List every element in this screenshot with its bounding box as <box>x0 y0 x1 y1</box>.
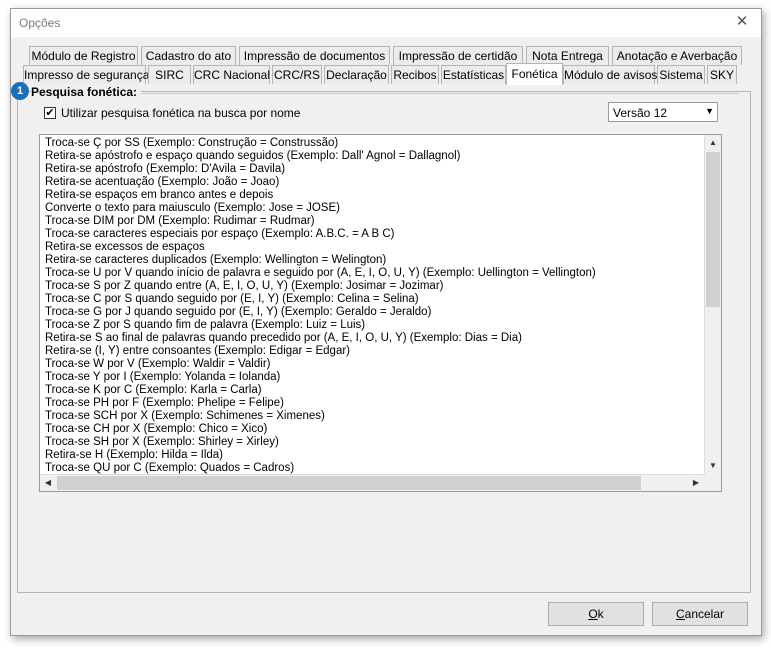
list-item[interactable]: Troca-se U por V quando início de palavr… <box>45 267 596 280</box>
tab-fonetica[interactable]: Fonética <box>506 63 563 85</box>
version-value: Versão 12 <box>613 106 668 120</box>
list-item[interactable]: Troca-se caracteres especiais por espaço… <box>45 228 395 241</box>
tab-modulo-registro[interactable]: Módulo de Registro <box>29 46 138 65</box>
list-item[interactable]: Retira-se (I, Y) entre consoantes (Exemp… <box>45 345 350 358</box>
cancel-button[interactable]: Cancelar <box>652 602 748 626</box>
section-divider <box>141 93 739 94</box>
scroll-corner <box>704 474 721 491</box>
options-dialog: Opções ✕ Módulo de Registro Cadastro do … <box>10 8 762 636</box>
phonetic-search-label[interactable]: Utilizar pesquisa fonética na busca por … <box>61 106 300 120</box>
tab-cadastro-ato[interactable]: Cadastro do ato <box>141 46 236 65</box>
list-item[interactable]: Retira-se excessos de espaços <box>45 241 205 254</box>
tab-impresso-seguranca[interactable]: Impresso de segurança <box>23 65 149 84</box>
tab-sirc[interactable]: SIRC <box>148 65 191 84</box>
phonetic-rules-list[interactable]: Troca-se Ç por SS (Exemplo: Construção =… <box>39 134 722 492</box>
list-item[interactable]: Troca-se CH por X (Exemplo: Chico = Xico… <box>45 423 267 436</box>
list-item[interactable]: Retira-se S ao final de palavras quando … <box>45 332 522 345</box>
vertical-scrollbar[interactable]: ▲ ▼ <box>704 135 721 474</box>
list-item[interactable]: Retira-se apóstrofo (Exemplo: D'Avila = … <box>45 163 285 176</box>
scroll-left-icon[interactable]: ◀ <box>40 475 56 491</box>
list-item[interactable]: Converte o texto para maiusculo (Exemplo… <box>45 202 340 215</box>
horizontal-scroll-thumb[interactable] <box>57 476 641 490</box>
list-item[interactable]: Troca-se S por Z quando entre (A, E, I, … <box>45 280 443 293</box>
tab-impressao-certidao[interactable]: Impressão de certidão <box>393 46 523 65</box>
list-item[interactable]: Troca-se DIM por DM (Exemplo: Rudimar = … <box>45 215 315 228</box>
scroll-up-icon[interactable]: ▲ <box>705 135 721 151</box>
tab-crc-rs[interactable]: CRC/RS <box>272 65 322 84</box>
phonetic-search-checkbox[interactable]: ✔ <box>44 107 56 119</box>
tab-estatisticas[interactable]: Estatísticas <box>441 65 506 84</box>
list-item[interactable]: Retira-se espaços em branco antes e depo… <box>45 189 273 202</box>
list-item[interactable]: Troca-se Z por S quando fim de palavra (… <box>45 319 365 332</box>
list-item[interactable]: Troca-se K por C (Exemplo: Karla = Carla… <box>45 384 262 397</box>
check-mark-icon: ✔ <box>45 107 55 119</box>
version-select[interactable]: Versão 12 ▼ <box>608 102 718 122</box>
tab-recibos[interactable]: Recibos <box>391 65 439 84</box>
tab-anotacao-averbacao[interactable]: Anotação e Averbação <box>612 46 742 65</box>
close-icon[interactable]: ✕ <box>733 13 751 31</box>
list-item[interactable]: Troca-se Ç por SS (Exemplo: Construção =… <box>45 137 338 150</box>
list-item[interactable]: Retira-se acentuação (Exemplo: João = Jo… <box>45 176 279 189</box>
tab-impressao-documentos[interactable]: Impressão de documentos <box>239 46 390 65</box>
section-title: Pesquisa fonética: <box>31 85 142 99</box>
tab-sistema[interactable]: Sistema <box>657 65 705 84</box>
window-title: Opções <box>19 16 61 30</box>
scroll-right-icon[interactable]: ▶ <box>688 475 704 491</box>
tab-sky[interactable]: SKY <box>707 65 737 84</box>
ok-button[interactable]: Ok <box>548 602 644 626</box>
list-item[interactable]: Retira-se apóstrofo e espaço quando segu… <box>45 150 460 163</box>
list-item[interactable]: Retira-se H (Exemplo: Hilda = Ilda) <box>45 449 223 462</box>
tab-declaracao[interactable]: Declaração <box>324 65 389 84</box>
list-item[interactable]: Retira-se caracteres duplicados (Exemplo… <box>45 254 386 267</box>
dropdown-arrow-icon[interactable]: ▼ <box>705 106 714 116</box>
tab-modulo-avisos[interactable]: Módulo de avisos <box>563 65 657 84</box>
list-item[interactable]: Troca-se G por J quando seguido por (E, … <box>45 306 431 319</box>
section-badge: 1 <box>11 82 29 100</box>
list-item[interactable]: Troca-se SH por X (Exemplo: Shirley = Xi… <box>45 436 279 449</box>
list-item[interactable]: Troca-se SCH por X (Exemplo: Schimenes =… <box>45 410 325 423</box>
list-item[interactable]: Troca-se Y por I (Exemplo: Yolanda = Iol… <box>45 371 280 384</box>
list-item[interactable]: Troca-se PH por F (Exemplo: Phelipe = Fe… <box>45 397 284 410</box>
vertical-scroll-thumb[interactable] <box>706 152 720 307</box>
title-bar: Opções ✕ <box>11 9 761 37</box>
scroll-down-icon[interactable]: ▼ <box>705 458 721 474</box>
list-item[interactable]: Troca-se W por V (Exemplo: Waldir = Vald… <box>45 358 270 371</box>
horizontal-scrollbar[interactable]: ◀ ▶ <box>40 474 704 491</box>
list-item[interactable]: Troca-se C por S quando seguido por (E, … <box>45 293 419 306</box>
tab-crc-nacional[interactable]: CRC Nacional <box>193 65 270 84</box>
